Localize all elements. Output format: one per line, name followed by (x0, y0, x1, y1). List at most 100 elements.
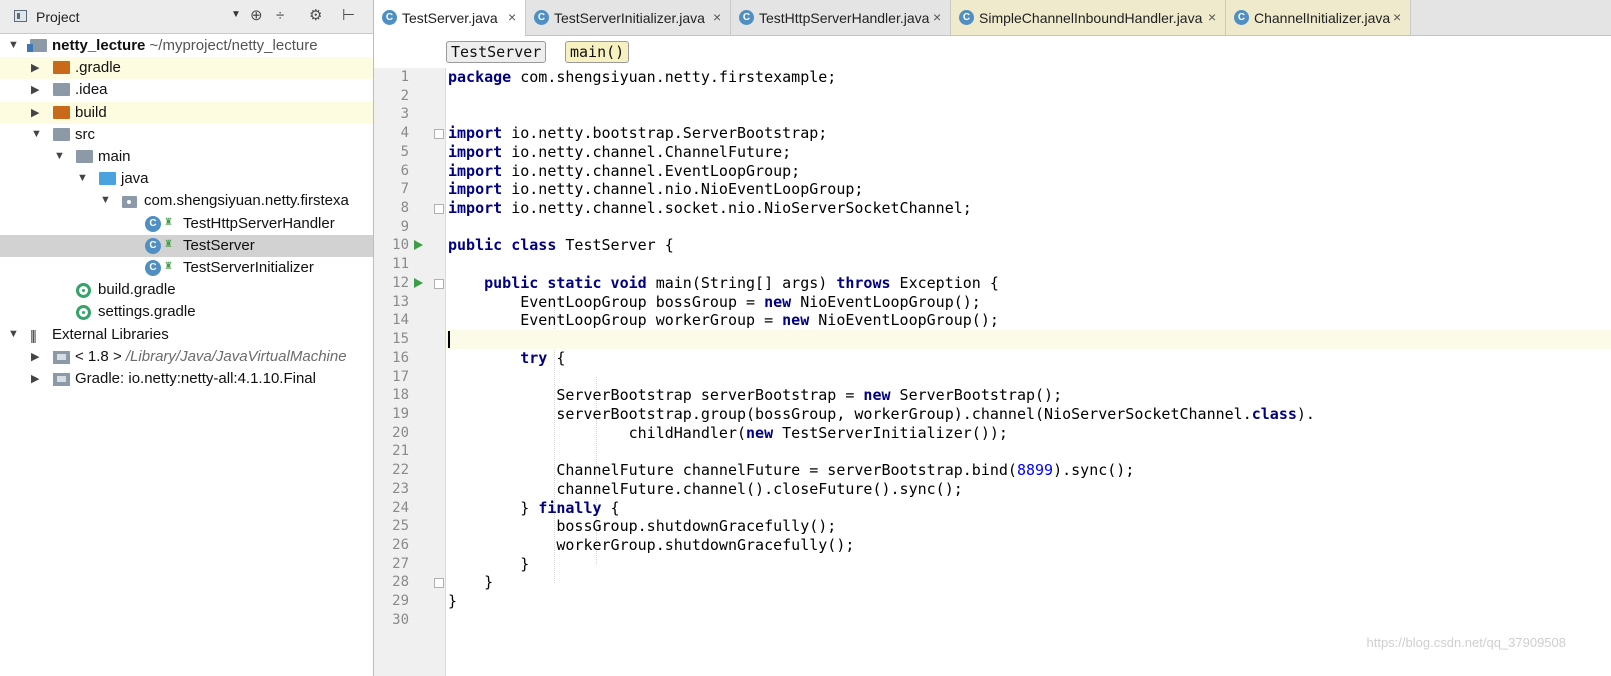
breadcrumb-class[interactable]: TestServer (446, 41, 547, 63)
code-line[interactable]: } finally { (446, 499, 619, 518)
tree-item[interactable]: ▼ ||| External Libraries (0, 324, 373, 346)
expand-arrow-icon[interactable]: ▼ (8, 39, 20, 51)
line-gutter[interactable]: 1 2 3 4 5 6 7 8 9 10 11 12 13 14 15 16 17 18 19 20 21 22 23 24 2… (374, 68, 446, 676)
run-gutter-icon[interactable] (414, 240, 423, 251)
tree-item[interactable]: ▼ main (0, 146, 373, 168)
tree-item[interactable]: ▼ java (0, 168, 373, 190)
close-icon[interactable]: × (933, 9, 941, 25)
fold-marker-icon[interactable] (434, 578, 444, 589)
tree-item[interactable]: build.gradle (0, 279, 373, 301)
run-gutter-icon[interactable] (414, 277, 423, 288)
tree-item[interactable]: ▼ src (0, 124, 373, 146)
tab-label: TestHttpServerHandler.java (759, 10, 930, 26)
code-line[interactable]: } (446, 555, 529, 574)
close-icon[interactable]: × (1393, 9, 1401, 25)
code-line[interactable] (446, 442, 448, 461)
code-line[interactable]: workerGroup.shutdownGracefully(); (446, 536, 854, 555)
code-line[interactable]: public static void main(String[] args) t… (446, 274, 999, 293)
project-view-selector[interactable]: Project (36, 9, 80, 25)
collapse-all-icon[interactable]: ÷ (276, 7, 284, 25)
code-line[interactable]: channelFuture.channel().closeFuture().sy… (446, 480, 962, 499)
code-line[interactable] (446, 255, 448, 274)
expand-arrow-icon[interactable]: ▼ (54, 150, 66, 162)
collapse-arrow-icon[interactable]: ▶ (31, 61, 43, 74)
tree-item[interactable]: ▶ .idea (0, 79, 373, 101)
close-icon[interactable]: × (1208, 9, 1216, 25)
fold-marker-icon[interactable] (434, 204, 444, 215)
code-text: TestServer { (556, 236, 674, 255)
code-line[interactable] (446, 330, 1611, 350)
code-line[interactable] (446, 218, 448, 237)
collapse-arrow-icon[interactable]: ▶ (31, 106, 43, 119)
chevron-down-icon[interactable]: ▼ (231, 9, 241, 20)
code-line[interactable]: EventLoopGroup bossGroup = new NioEventL… (446, 293, 981, 312)
tree-item[interactable]: ▼ com.shengsiyuan.netty.firstexa (0, 190, 373, 212)
code-line[interactable] (446, 368, 448, 387)
code-line[interactable]: ServerBootstrap serverBootstrap = new Se… (446, 386, 1062, 405)
code-text: } (448, 554, 530, 573)
tab-testserver[interactable]: C TestServer.java × (374, 0, 526, 36)
code-line[interactable]: import io.netty.channel.EventLoopGroup; (446, 162, 800, 181)
tab-label: ChannelInitializer.java (1254, 10, 1391, 26)
library-icon: ||| (30, 326, 37, 343)
line-number: 21 (392, 443, 409, 460)
close-icon[interactable]: × (508, 9, 516, 25)
code-line[interactable]: ChannelFuture channelFuture = serverBoot… (446, 461, 1134, 480)
tree-item[interactable]: ▼ netty_lecture ~/myproject/netty_lecture (0, 35, 373, 57)
code-line[interactable]: try { (446, 349, 565, 368)
code-line[interactable] (446, 105, 448, 124)
tab-channelinitializer[interactable]: C ChannelInitializer.java × (1226, 0, 1411, 35)
code-line[interactable] (446, 611, 448, 630)
tree-item[interactable]: ▶ .gradle (0, 57, 373, 80)
tree-item-path: /Library/Java/JavaVirtualMachine (121, 347, 347, 365)
code-line[interactable] (446, 87, 448, 106)
code-area[interactable]: package com.shengsiyuan.netty.firstexamp… (446, 68, 1611, 676)
tree-item-label: build (75, 104, 107, 121)
fold-marker-icon[interactable] (434, 278, 444, 289)
code-text: ServerBootstrap(); (890, 386, 1063, 405)
code-text: io.netty.channel.ChannelFuture; (502, 142, 792, 161)
code-line[interactable]: bossGroup.shutdownGracefully(); (446, 517, 836, 536)
hide-panel-icon[interactable]: ⊢ (342, 7, 355, 25)
scroll-from-source-icon[interactable]: ⊕ (250, 7, 263, 25)
code-line[interactable]: import io.netty.bootstrap.ServerBootstra… (446, 124, 827, 143)
code-line[interactable]: public class TestServer { (446, 236, 674, 255)
code-text: NioEventLoopGroup(); (791, 292, 981, 311)
tree-item[interactable]: ▶ < 1.8 > /Library/Java/JavaVirtualMachin… (0, 346, 373, 368)
tree-item-label: TestServer (183, 237, 255, 254)
fold-marker-icon[interactable] (434, 129, 444, 140)
code-line[interactable]: } (446, 573, 493, 592)
collapse-arrow-icon[interactable]: ▶ (31, 350, 43, 363)
code-line[interactable]: import io.netty.channel.ChannelFuture; (446, 143, 791, 162)
code-line[interactable]: childHandler(new TestServerInitializer()… (446, 424, 1008, 443)
tree-item[interactable]: C ♜ TestHttpServerHandler (0, 213, 373, 235)
code-line[interactable]: import io.netty.channel.nio.NioEventLoop… (446, 180, 863, 199)
code-line[interactable]: package com.shengsiyuan.netty.firstexamp… (446, 68, 836, 87)
code-line[interactable]: } (446, 592, 457, 611)
tab-testserverinitializer[interactable]: C TestServerInitializer.java × (526, 0, 731, 35)
code-line[interactable]: serverBootstrap.group(bossGroup, workerG… (446, 405, 1315, 424)
tree-item[interactable]: ▶ Gradle: io.netty:netty-all:4.1.10.Final (0, 368, 373, 390)
expand-arrow-icon[interactable]: ▼ (31, 128, 43, 140)
tree-item-name: TestHttpServerHandler (183, 214, 335, 232)
tab-simplechannelinboundhandler[interactable]: C SimpleChannelInboundHandler.java × (951, 0, 1226, 35)
collapse-arrow-icon[interactable]: ▶ (31, 372, 43, 385)
line-number: 15 (392, 331, 409, 348)
gear-icon[interactable]: ⚙ (309, 7, 322, 25)
expand-arrow-icon[interactable]: ▼ (77, 172, 89, 184)
line-number: 27 (392, 555, 409, 572)
line-number: 20 (392, 424, 409, 441)
close-icon[interactable]: × (713, 9, 721, 25)
expand-arrow-icon[interactable]: ▼ (100, 194, 112, 206)
breadcrumb-method[interactable]: main() (565, 41, 630, 63)
code-line[interactable]: import io.netty.channel.socket.nio.NioSe… (446, 199, 972, 218)
code-line[interactable]: EventLoopGroup workerGroup = new NioEven… (446, 311, 999, 330)
tab-testhttpserverhandler[interactable]: C TestHttpServerHandler.java × (731, 0, 951, 35)
collapse-arrow-icon[interactable]: ▶ (31, 83, 43, 96)
tree-item[interactable]: C ♜ TestServerInitializer (0, 257, 373, 279)
tree-item[interactable]: C ♜ TestServer (0, 234, 373, 257)
tree-item[interactable]: settings.gradle (0, 301, 373, 323)
code-text: com.shengsiyuan.netty.firstexample; (511, 68, 837, 86)
expand-arrow-icon[interactable]: ▼ (8, 328, 20, 340)
tree-item[interactable]: ▶ build (0, 101, 373, 124)
